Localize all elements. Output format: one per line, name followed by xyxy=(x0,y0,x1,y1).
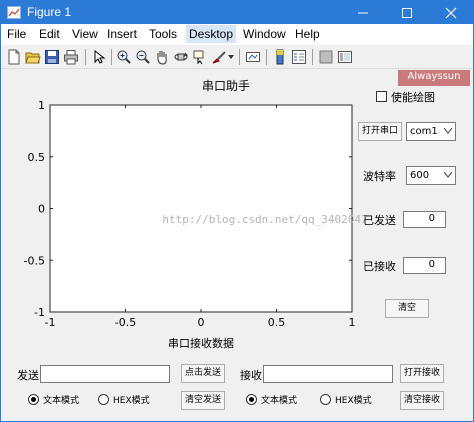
baud-rate-value: 600 xyxy=(410,170,430,181)
edit-plot-arrow-icon[interactable] xyxy=(91,49,107,65)
figure-toolbar xyxy=(1,45,473,69)
port-select-value: com1 xyxy=(410,126,438,137)
clear-send-button[interactable]: 清空发送 xyxy=(181,391,225,410)
x-tick-label: -0.5 xyxy=(115,316,136,329)
open-file-icon[interactable] xyxy=(25,49,41,65)
close-icon xyxy=(445,7,457,19)
menu-file[interactable]: File xyxy=(7,27,26,41)
save-icon[interactable] xyxy=(44,49,60,65)
toolbar-separator xyxy=(266,49,267,65)
axes-box xyxy=(49,104,353,313)
toolbar-separator xyxy=(312,49,313,65)
menu-view[interactable]: View xyxy=(72,27,98,41)
toolbar-separator xyxy=(85,49,86,65)
sent-count-label: 已发送 xyxy=(363,214,396,227)
y-tick-label: 1 xyxy=(38,99,45,112)
received-count-field[interactable]: 0 xyxy=(403,257,446,274)
enable-plot-checkbox[interactable] xyxy=(376,91,387,102)
receive-text-mode-label: 文本模式 xyxy=(261,396,298,406)
open-port-button[interactable]: 打开串口 xyxy=(358,122,402,141)
x-tick-label: 0 xyxy=(198,316,205,329)
author-badge: Alwayssun xyxy=(398,70,470,86)
receive-hex-mode-label: HEX模式 xyxy=(335,396,372,406)
close-button[interactable] xyxy=(429,1,473,24)
toolbar-separator xyxy=(111,49,112,65)
x-tick-label: 0.5 xyxy=(268,316,286,329)
x-axis-label: 串口接收数据 xyxy=(168,336,234,350)
chevron-down-icon[interactable] xyxy=(228,55,234,59)
print-icon[interactable] xyxy=(63,49,79,65)
matlab-figure-icon xyxy=(7,6,21,19)
minimize-icon xyxy=(358,12,368,14)
menu-edit[interactable]: Edit xyxy=(39,27,60,41)
insert-colorbar-icon[interactable] xyxy=(272,49,288,65)
receive-label: 接收 xyxy=(240,369,262,382)
figure-canvas: 串口助手 http://blog.csdn.net/qq_3402047 -1-… xyxy=(5,70,470,418)
port-select[interactable]: com1 xyxy=(406,122,456,141)
send-input[interactable] xyxy=(40,365,170,383)
receive-hex-mode-radio[interactable] xyxy=(320,394,331,405)
chevron-down-icon xyxy=(444,128,452,134)
receive-text-mode-radio[interactable] xyxy=(246,394,257,405)
click-send-button[interactable]: 点击发送 xyxy=(181,364,225,383)
menu-window[interactable]: Window xyxy=(243,27,286,41)
y-tick-label: -0.5 xyxy=(24,254,45,267)
enable-plot-label: 使能绘图 xyxy=(391,91,435,104)
zoom-in-icon[interactable] xyxy=(116,49,132,65)
data-cursor-icon[interactable] xyxy=(192,49,208,65)
sent-count-field[interactable]: 0 xyxy=(403,211,446,228)
link-plot-icon[interactable] xyxy=(245,49,261,65)
brush-icon[interactable] xyxy=(211,49,227,65)
minimize-button[interactable] xyxy=(341,1,385,24)
send-text-mode-radio[interactable] xyxy=(28,394,39,405)
receive-input[interactable] xyxy=(263,365,393,383)
figure-window: Figure 1 File Edit View Insert Tools Des… xyxy=(0,0,474,422)
maximize-icon xyxy=(402,8,412,18)
menu-insert[interactable]: Insert xyxy=(107,27,137,41)
send-hex-mode-label: HEX模式 xyxy=(113,396,150,406)
x-tick-label: 1 xyxy=(349,316,356,329)
pan-hand-icon[interactable] xyxy=(154,49,170,65)
baud-rate-label: 波特率 xyxy=(363,170,396,183)
send-text-mode-label: 文本模式 xyxy=(43,396,80,406)
menu-help[interactable]: Help xyxy=(295,27,320,41)
send-label: 发送 xyxy=(17,369,39,382)
x-tick-label: -1 xyxy=(45,316,56,329)
clear-receive-button[interactable]: 清空接收 xyxy=(400,391,444,410)
y-tick-label: 0 xyxy=(38,203,45,216)
open-receive-button[interactable]: 打开接收 xyxy=(400,364,444,383)
y-tick-label: 0.5 xyxy=(28,151,46,164)
chart-title: 串口助手 xyxy=(202,79,250,93)
menu-tools[interactable]: Tools xyxy=(149,27,177,41)
insert-legend-icon[interactable] xyxy=(291,49,307,65)
toolbar-separator xyxy=(239,49,240,65)
baud-rate-select[interactable]: 600 xyxy=(406,166,456,185)
watermark: http://blog.csdn.net/qq_3402047 xyxy=(162,213,367,226)
title-bar: Figure 1 xyxy=(1,1,473,24)
maximize-button[interactable] xyxy=(385,1,429,24)
y-tick-label: -1 xyxy=(34,306,45,319)
window-title: Figure 1 xyxy=(27,5,72,19)
received-count-label: 已接收 xyxy=(363,260,396,273)
chevron-down-icon xyxy=(444,172,452,178)
show-plot-tools-icon[interactable] xyxy=(337,49,353,65)
send-hex-mode-radio[interactable] xyxy=(98,394,109,405)
zoom-out-icon[interactable] xyxy=(135,49,151,65)
menu-desktop[interactable]: Desktop xyxy=(186,25,237,43)
hide-plot-tools-icon[interactable] xyxy=(318,49,334,65)
new-figure-icon[interactable] xyxy=(6,49,22,65)
clear-button[interactable]: 清空 xyxy=(385,299,429,318)
menu-bar: File Edit View Insert Tools Desktop Wind… xyxy=(1,24,473,45)
rotate-3d-icon[interactable] xyxy=(173,49,189,65)
